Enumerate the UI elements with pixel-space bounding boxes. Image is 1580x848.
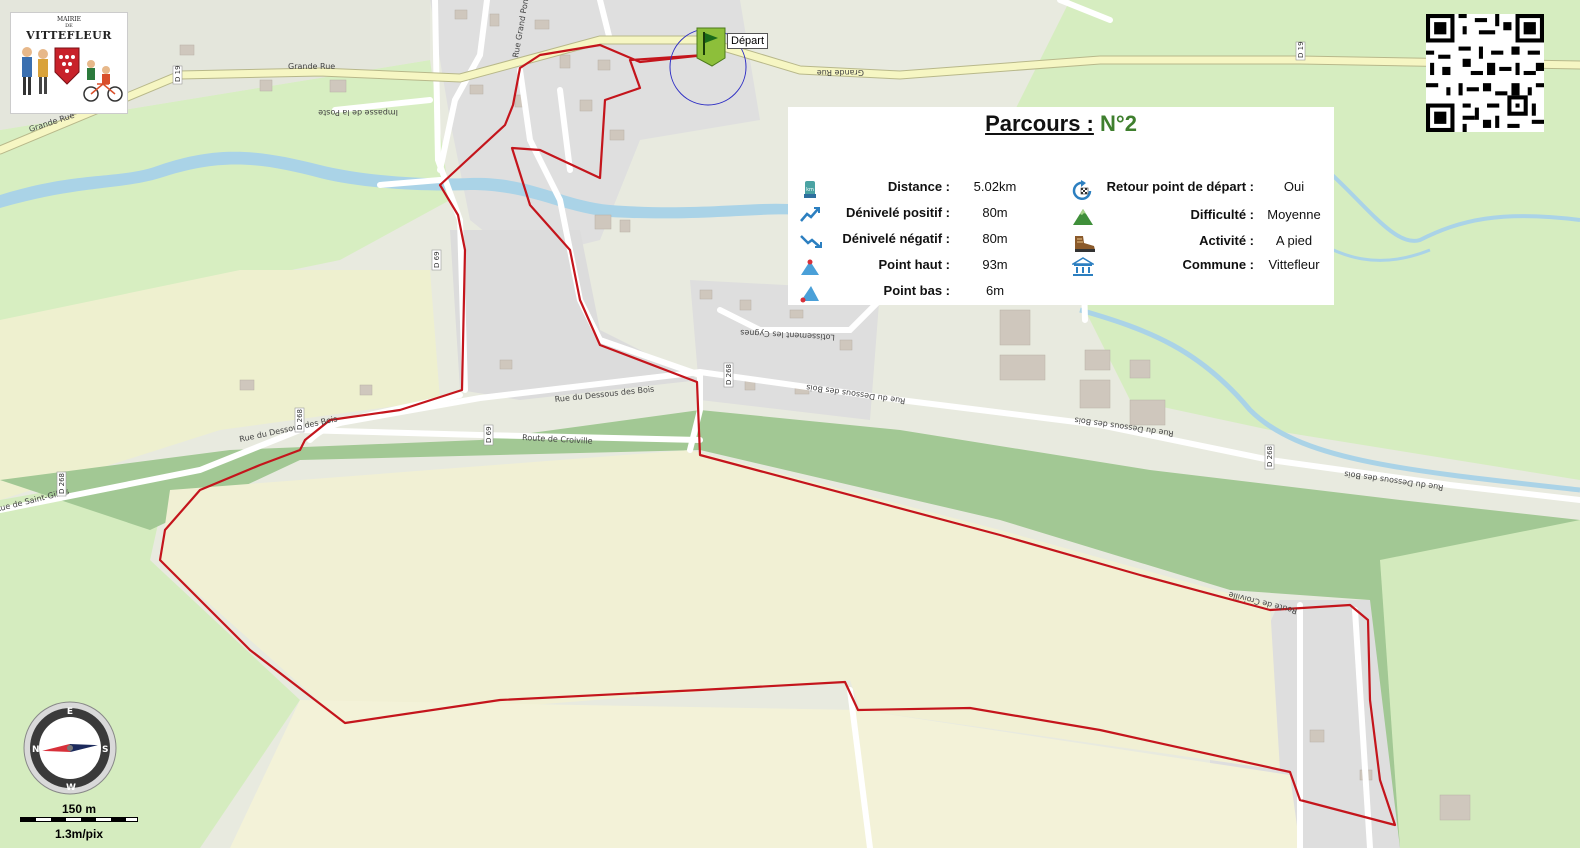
svg-text:D 268: D 268	[1266, 446, 1274, 467]
low-point-value: 6m	[985, 283, 1005, 298]
road-ref-d69: D 69	[431, 249, 442, 271]
compass-n: N	[32, 745, 40, 755]
distance-value: 5.02km	[973, 179, 1017, 194]
difficulty-label: Difficulté :	[1190, 207, 1254, 222]
town-hall-logo: MAIRIE DE VITTEFLEUR	[10, 12, 128, 114]
road-ref-d268: D 268	[1264, 444, 1275, 470]
road-label: Grande Rue	[288, 62, 335, 71]
road-ref-d19: D 19	[1295, 41, 1306, 61]
scale-distance: 150 m	[61, 802, 97, 816]
return-start-label: Retour point de départ :	[1106, 179, 1254, 194]
road-label: Impasse de la Poste	[318, 108, 398, 117]
activity-label: Activité :	[1199, 233, 1254, 248]
meadow-area	[1380, 520, 1580, 848]
logo-line1: MAIRIE	[56, 16, 82, 23]
commune-label: Commune :	[1182, 257, 1255, 272]
road-ref-d69: D 69	[483, 424, 494, 446]
start-flag-icon[interactable]	[696, 27, 726, 67]
svg-text:D 268: D 268	[296, 409, 304, 430]
negative-elevation-label: Dénivelé négatif :	[842, 231, 950, 246]
svg-text:D 19: D 19	[1297, 41, 1305, 58]
negative-elevation-value: 80m	[982, 231, 1008, 246]
low-point-label: Point bas :	[883, 283, 950, 298]
qr-code-image	[1426, 14, 1544, 132]
svg-text:D 268: D 268	[58, 473, 66, 494]
svg-text:D 268: D 268	[725, 364, 733, 385]
info-row-negative-elevation: Dénivelé négatif : 80m	[800, 231, 1010, 251]
scale-bar-graphic	[20, 817, 138, 822]
svg-text:D 69: D 69	[433, 251, 441, 268]
info-row-distance: km Distance : 5.02km	[800, 179, 1016, 199]
road-ref-d268: D 268	[56, 471, 67, 497]
route-number: N°2	[1100, 111, 1137, 136]
positive-elevation-value: 80m	[982, 205, 1008, 220]
scale-resolution: 1.3m/pix	[54, 827, 104, 841]
road-label: Grande Rue	[817, 68, 864, 77]
info-row-commune: Commune : Vittefleur	[1070, 257, 1332, 277]
road-ref-d268: D 268	[294, 407, 305, 433]
start-label: Départ	[727, 33, 769, 49]
positive-elevation-label: Dénivelé positif :	[845, 205, 950, 220]
route-title-label: Parcours :	[985, 111, 1094, 136]
info-row-high-point: Point haut : 93m	[800, 257, 1010, 277]
info-row-positive-elevation: Dénivelé positif : 80m	[800, 205, 1010, 225]
return-start-value: Oui	[1283, 179, 1305, 194]
compass-s: S	[102, 745, 108, 755]
high-point-value: 93m	[982, 257, 1008, 272]
commune-value: Vittefleur	[1268, 257, 1320, 272]
logo-town-name: VITTEFLEUR	[26, 29, 112, 42]
qr-code[interactable]	[1426, 14, 1544, 132]
scale-bar: 150 m 1.3m/pix	[20, 802, 140, 846]
info-row-difficulty: Difficulté : Moyenne	[1072, 207, 1332, 227]
info-row-return-start: Retour point de départ : Oui	[1072, 179, 1332, 200]
info-row-low-point: Point bas : 6m	[800, 283, 1010, 303]
hikers-illustration	[22, 47, 123, 102]
route-info-panel: Parcours : N°2 km Distance : 5.02km Déni…	[788, 107, 1334, 305]
distance-label: Distance :	[887, 179, 950, 194]
compass-e: E	[67, 707, 73, 717]
road-ref-d268: D 268	[723, 362, 734, 388]
road-ref-d19: D 19	[172, 65, 183, 85]
difficulty-value: Moyenne	[1267, 207, 1321, 222]
compass-icon: N E S W	[23, 701, 117, 795]
route-title: Parcours : N°2	[788, 111, 1334, 137]
svg-text:D 19: D 19	[174, 65, 182, 82]
high-point-label: Point haut :	[878, 257, 951, 272]
compass-rose: N E S W	[22, 700, 118, 796]
compass-w: W	[66, 783, 76, 793]
svg-text:D 69: D 69	[485, 426, 493, 443]
activity-value: A pied	[1275, 233, 1313, 248]
info-row-activity: Activité : A pied	[1072, 233, 1332, 253]
